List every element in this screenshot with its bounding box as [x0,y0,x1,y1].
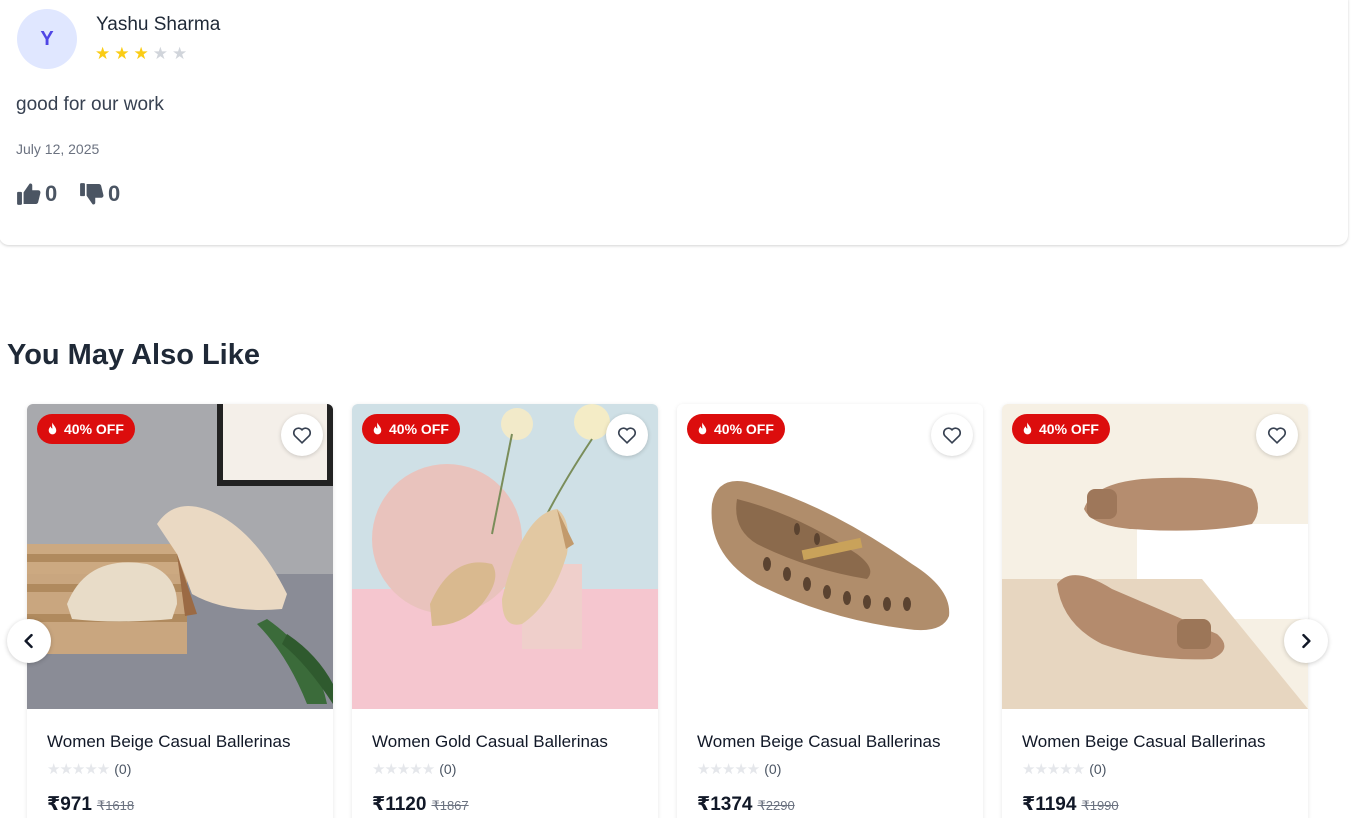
original-price: ₹1867 [431,798,469,813]
review-date: July 12, 2025 [16,141,100,157]
wishlist-button[interactable] [931,414,973,456]
wishlist-button[interactable] [281,414,323,456]
section-title: You May Also Like [7,339,260,371]
chevron-right-icon [1302,633,1311,649]
sale-price: ₹971 [47,794,92,815]
like-button[interactable]: 0 [16,181,57,207]
original-price: ₹1990 [1081,798,1119,813]
sale-price: ₹1374 [697,794,753,815]
thumbs-down-icon [80,183,104,205]
product-title[interactable]: Women Beige Casual Ballerinas [697,732,940,752]
avatar: Y [17,9,77,69]
product-rating: ★★★★★ (0) [47,761,132,778]
product-card[interactable]: 40% OFF Women Beige Casual Ballerinas ★★… [677,404,983,818]
product-rating: ★★★★★ (0) [697,761,782,778]
original-price: ₹2290 [757,798,795,813]
dislike-count: 0 [108,181,121,206]
dislike-button[interactable]: 0 [79,181,120,207]
original-price: ₹1618 [96,798,135,813]
product-carousel: 40% OFF Women Beige Casual Ballerinas ★★… [27,404,1317,818]
review-text: good for our work [16,94,164,115]
product-rating: ★★★★★ (0) [372,761,457,778]
product-price: ₹1374 ₹2290 [697,793,795,816]
like-count: 0 [45,181,58,206]
product-title[interactable]: Women Gold Casual Ballerinas [372,732,608,752]
flame-icon [1023,422,1032,435]
review-card: Y Yashu Sharma ★ ★ ★ ★ ★ good for our wo… [0,0,1348,245]
thumbs-up-icon [17,183,41,205]
star-icon: ★ [95,44,111,63]
rating-stars-icon: ★★★★★ [697,761,760,778]
flame-icon [698,422,707,435]
product-card[interactable]: 40% OFF Women Beige Casual Ballerinas ★★… [27,404,333,818]
rating-stars-icon: ★★★★★ [372,761,435,778]
sale-price: ₹1120 [372,794,427,815]
discount-badge: 40% OFF [37,414,135,444]
heart-icon [1267,427,1287,444]
heart-icon [292,427,312,444]
product-title[interactable]: Women Beige Casual Ballerinas [1022,732,1265,752]
wishlist-button[interactable] [1256,414,1298,456]
flame-icon [373,422,382,435]
chevron-left-icon [24,633,33,649]
rating-stars-icon: ★★★★★ [47,761,110,778]
heart-icon [617,427,637,444]
discount-badge: 40% OFF [687,414,785,444]
product-price: ₹1194 ₹1990 [1022,793,1119,816]
review-rating: ★ ★ ★ ★ ★ [95,44,187,64]
star-icon: ★ [114,44,130,63]
discount-badge: 40% OFF [1012,414,1110,444]
product-price: ₹1120 ₹1867 [372,793,469,816]
sale-price: ₹1194 [1022,794,1077,815]
star-icon: ★ [152,44,168,63]
product-title[interactable]: Women Beige Casual Ballerinas [47,732,290,752]
discount-badge: 40% OFF [362,414,460,444]
carousel-next-button[interactable] [1284,619,1328,663]
heart-icon [942,427,962,444]
product-card[interactable]: 40% OFF Women Gold Casual Ballerinas ★★★… [352,404,658,818]
carousel-prev-button[interactable] [7,619,51,663]
star-icon: ★ [133,44,149,63]
product-rating: ★★★★★ (0) [1022,761,1107,778]
wishlist-button[interactable] [606,414,648,456]
rating-stars-icon: ★★★★★ [1022,761,1085,778]
product-price: ₹971 ₹1618 [47,793,134,816]
star-icon: ★ [172,44,188,63]
flame-icon [48,422,57,435]
product-card[interactable]: 40% OFF Women Beige Casual Ballerinas ★★… [1002,404,1308,818]
reviewer-name: Yashu Sharma [96,14,221,35]
